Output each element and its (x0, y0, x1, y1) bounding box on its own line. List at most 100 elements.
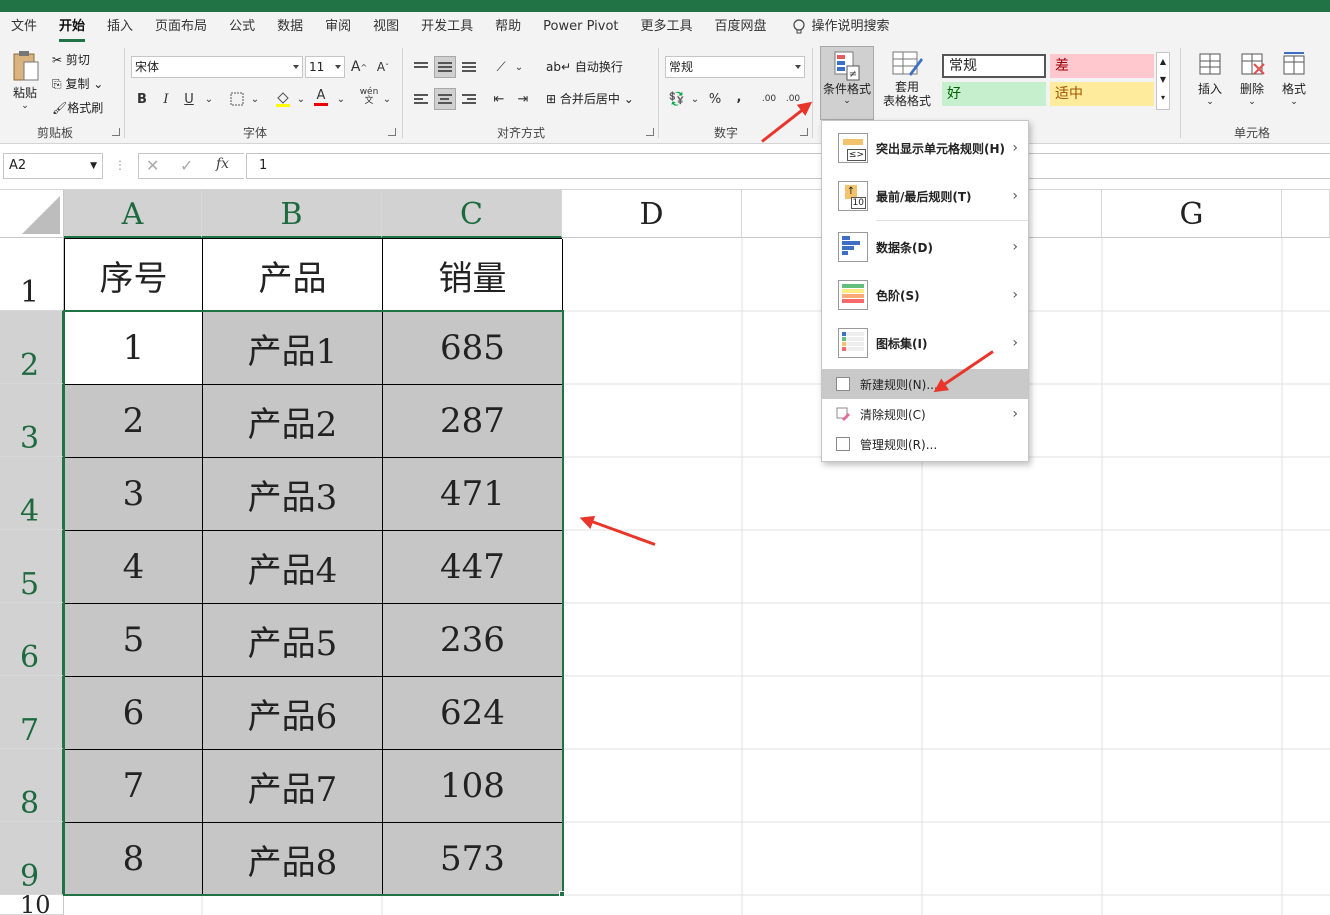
menu-item-manage-rules[interactable]: 管理规则(R)... (822, 429, 1028, 459)
table-cell[interactable]: 产品8 (203, 823, 383, 896)
grow-font-button[interactable]: A ^ (348, 56, 370, 78)
table-cell[interactable]: 287 (383, 385, 563, 458)
font-launcher[interactable] (388, 128, 396, 136)
row-header-4[interactable]: 4 (0, 457, 64, 530)
decrease-indent-button[interactable]: ⇤ (488, 88, 510, 110)
row-header-2[interactable]: 2 (0, 311, 64, 384)
shrink-font-button[interactable]: Aˇ (372, 56, 394, 78)
style-neutral[interactable]: 适中 (1050, 82, 1154, 106)
italic-button[interactable]: I (155, 88, 177, 110)
tab-developer[interactable]: 开发工具 (410, 12, 484, 42)
menu-item-new-rule[interactable]: 新建规则(N)... (822, 369, 1028, 399)
table-cell[interactable]: 3 (65, 458, 203, 531)
style-bad[interactable]: 差 (1050, 54, 1154, 78)
tab-data[interactable]: 数据 (266, 12, 314, 42)
font-name-combo[interactable]: 宋体 (131, 56, 303, 78)
tab-review[interactable]: 审阅 (314, 12, 362, 42)
bold-button[interactable]: B (131, 88, 153, 110)
align-center-button[interactable] (434, 88, 456, 110)
table-cell[interactable]: 4 (65, 531, 203, 604)
table-cell[interactable]: 产品3 (203, 458, 383, 531)
format-painter-button[interactable]: 🖌格式刷 (52, 99, 103, 116)
menu-item-clear-rules[interactable]: 清除规则(C) › (822, 399, 1028, 429)
merge-center-button[interactable]: ⊞ 合并后居中 ⌄ (546, 90, 634, 107)
table-cell[interactable]: 573 (383, 823, 563, 896)
alignment-launcher[interactable] (646, 128, 654, 136)
table-cell[interactable]: 685 (383, 312, 563, 385)
name-box[interactable]: A2 ▼ (3, 153, 103, 179)
chevron-down-icon[interactable]: ⌄ (376, 88, 398, 110)
style-good[interactable]: 好 (942, 82, 1046, 106)
table-cell[interactable]: 447 (383, 531, 563, 604)
tab-more-tools[interactable]: 更多工具 (630, 12, 704, 42)
table-cell[interactable]: 471 (383, 458, 563, 531)
column-header-c[interactable]: C (382, 190, 562, 238)
menu-item-icon-sets[interactable]: 图标集(I) › (822, 320, 1028, 366)
row-header-10[interactable]: 10 (0, 893, 64, 915)
tab-home[interactable]: 开始 (48, 12, 96, 42)
table-cell[interactable]: 236 (383, 604, 563, 677)
table-cell[interactable]: 8 (65, 823, 203, 896)
table-cell[interactable]: 产品7 (203, 750, 383, 823)
menu-item-data-bars[interactable]: 数据条(D) › (822, 224, 1028, 270)
conditional-formatting-button[interactable]: ≠ 条件格式 ⌄ (820, 46, 874, 120)
tab-view[interactable]: 视图 (362, 12, 410, 42)
cancel-icon[interactable]: ✕ (146, 156, 159, 175)
underline-button[interactable]: U (178, 88, 200, 110)
row-header-9[interactable]: 9 (0, 822, 64, 895)
menu-item-color-scales[interactable]: 色阶(S) › (822, 272, 1028, 318)
column-header-h[interactable] (1282, 190, 1330, 238)
column-header-g[interactable]: G (1102, 190, 1282, 238)
column-header-d[interactable]: D (562, 190, 742, 238)
chevron-down-icon[interactable]: ⌄ (684, 88, 706, 110)
row-header-6[interactable]: 6 (0, 603, 64, 676)
select-all-button[interactable] (0, 190, 64, 238)
number-format-combo[interactable]: 常规 (665, 56, 805, 78)
align-top-button[interactable] (410, 54, 432, 76)
font-color-button[interactable]: A (310, 86, 332, 108)
table-cell[interactable]: 7 (65, 750, 203, 823)
tab-page-layout[interactable]: 页面布局 (144, 12, 218, 42)
formula-input[interactable]: 1 (246, 153, 1330, 179)
table-header-cell[interactable]: 销量 (383, 239, 563, 312)
table-cell-active[interactable]: 1 (65, 312, 203, 385)
chevron-down-icon[interactable]: ⌄ (330, 88, 352, 110)
table-header-cell[interactable]: 序号 (65, 239, 203, 312)
row-header-5[interactable]: 5 (0, 530, 64, 603)
chevron-down-icon[interactable]: ⌄ (508, 56, 530, 78)
table-cell[interactable]: 624 (383, 677, 563, 750)
styles-gallery-scroll[interactable]: ▲ ▼ ▾ (1156, 52, 1170, 110)
check-icon[interactable]: ✓ (180, 156, 193, 175)
tab-file[interactable]: 文件 (0, 12, 48, 42)
chevron-down-icon[interactable]: ⌄ (290, 88, 312, 110)
tab-formulas[interactable]: 公式 (218, 12, 266, 42)
table-cell[interactable]: 产品1 (203, 312, 383, 385)
align-left-button[interactable] (410, 88, 432, 110)
menu-item-highlight-rules[interactable]: ≤> 突出显示单元格规则(H) › (822, 125, 1028, 171)
tell-me-search[interactable]: 操作说明搜索 (778, 12, 901, 42)
percent-button[interactable]: % (704, 88, 726, 110)
align-bottom-button[interactable] (458, 56, 480, 78)
table-cell[interactable]: 2 (65, 385, 203, 458)
copy-button[interactable]: ⎘ 复制 ⌄ (52, 75, 103, 92)
insert-cells-button[interactable]: 插入 ⌄ (1190, 50, 1230, 120)
comma-button[interactable]: , (728, 86, 750, 108)
wrap-text-button[interactable]: ab↵ 自动换行 (546, 58, 623, 75)
row-header-8[interactable]: 8 (0, 749, 64, 822)
format-as-table-button[interactable]: 套用 表格格式 (876, 50, 938, 120)
delete-cells-button[interactable]: 删除 ⌄ (1232, 50, 1272, 120)
table-cell[interactable]: 108 (383, 750, 563, 823)
chevron-down-icon[interactable]: ⌄ (244, 88, 266, 110)
align-middle-button[interactable] (434, 56, 456, 78)
row-header-1[interactable]: 1 (0, 238, 64, 311)
style-normal[interactable]: 常规 (942, 54, 1046, 78)
row-header-7[interactable]: 7 (0, 676, 64, 749)
table-header-cell[interactable]: 产品 (203, 239, 383, 312)
tab-help[interactable]: 帮助 (484, 12, 532, 42)
chevron-down-icon[interactable]: ⌄ (198, 88, 220, 110)
table-cell[interactable]: 产品2 (203, 385, 383, 458)
table-cell[interactable]: 产品5 (203, 604, 383, 677)
number-launcher[interactable] (800, 128, 808, 136)
table-cell[interactable]: 6 (65, 677, 203, 750)
clipboard-launcher[interactable] (112, 128, 120, 136)
